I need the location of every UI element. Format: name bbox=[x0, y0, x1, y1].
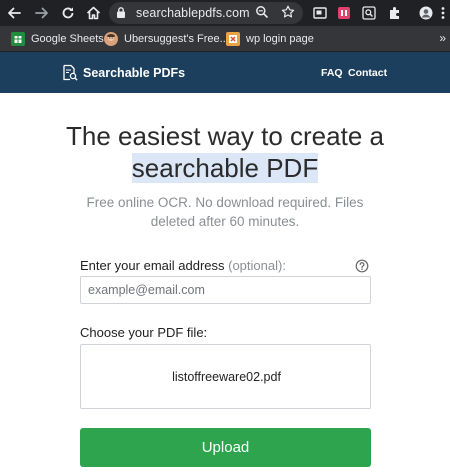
lock-icon[interactable] bbox=[116, 6, 126, 24]
brand-name: Searchable PDFs bbox=[83, 65, 186, 80]
email-input[interactable] bbox=[80, 276, 371, 304]
bookmark-google-sheets[interactable]: Google Sheets bbox=[11, 31, 104, 47]
upload-button[interactable]: Upload bbox=[80, 428, 371, 467]
page-subtitle: Free online OCR. No download required. F… bbox=[86, 195, 364, 229]
file-dropzone[interactable]: listoffreeware02.pdf bbox=[80, 344, 371, 409]
ubersuggest-avatar-icon bbox=[104, 32, 118, 46]
google-sheets-icon bbox=[11, 32, 25, 46]
bookmark-label: wp login page bbox=[246, 33, 314, 45]
email-label: Enter your email address (optional): bbox=[80, 258, 286, 273]
site-logo[interactable]: Searchable PDFs bbox=[62, 64, 185, 81]
browser-toolbar: searchablepdfs.com bbox=[0, 0, 450, 26]
selected-file-name: listoffreeware02.pdf bbox=[172, 370, 281, 384]
url-text[interactable]: searchablepdfs.com bbox=[136, 6, 250, 20]
nav-faq-link[interactable]: FAQ bbox=[321, 67, 343, 79]
extension-search-icon[interactable] bbox=[359, 3, 379, 23]
help-icon[interactable] bbox=[355, 259, 369, 273]
site-header: Searchable PDFs FAQ Contact bbox=[0, 52, 450, 93]
extension-screen-icon[interactable] bbox=[310, 3, 330, 23]
bookmark-ubersuggest[interactable]: Ubersuggest's Free... bbox=[104, 31, 229, 47]
forward-arrow-icon[interactable] bbox=[32, 3, 52, 23]
browser-menu-icon[interactable] bbox=[433, 3, 450, 23]
bookmark-wp-login[interactable]: wp login page bbox=[226, 31, 314, 47]
bookmark-star-icon[interactable] bbox=[281, 5, 295, 24]
email-label-text: Enter your email address bbox=[80, 258, 229, 273]
title-line-1: The easiest way to create a bbox=[66, 121, 384, 151]
document-search-icon bbox=[63, 64, 78, 81]
bookmarks-bar: Google Sheets Ubersuggest's Free... wp l… bbox=[0, 26, 450, 52]
page-title: The easiest way to create a searchable P… bbox=[0, 120, 450, 184]
back-arrow-icon[interactable] bbox=[4, 3, 24, 23]
address-bar[interactable]: searchablepdfs.com bbox=[109, 2, 303, 24]
extension-pink-icon[interactable] bbox=[334, 3, 354, 23]
bookmarks-overflow-icon[interactable]: » bbox=[439, 31, 446, 45]
home-icon[interactable] bbox=[83, 3, 103, 23]
wp-login-icon bbox=[226, 32, 240, 46]
bookmark-label: Ubersuggest's Free... bbox=[124, 33, 229, 45]
file-label: Choose your PDF file: bbox=[80, 325, 208, 340]
bookmark-label: Google Sheets bbox=[31, 33, 104, 45]
title-line-2: searchable PDF bbox=[131, 153, 319, 183]
reload-icon[interactable] bbox=[58, 3, 78, 23]
extensions-puzzle-icon[interactable] bbox=[385, 3, 405, 23]
nav-contact-link[interactable]: Contact bbox=[348, 67, 387, 79]
zoom-icon[interactable] bbox=[255, 5, 269, 24]
email-optional-text: (optional): bbox=[228, 258, 286, 273]
